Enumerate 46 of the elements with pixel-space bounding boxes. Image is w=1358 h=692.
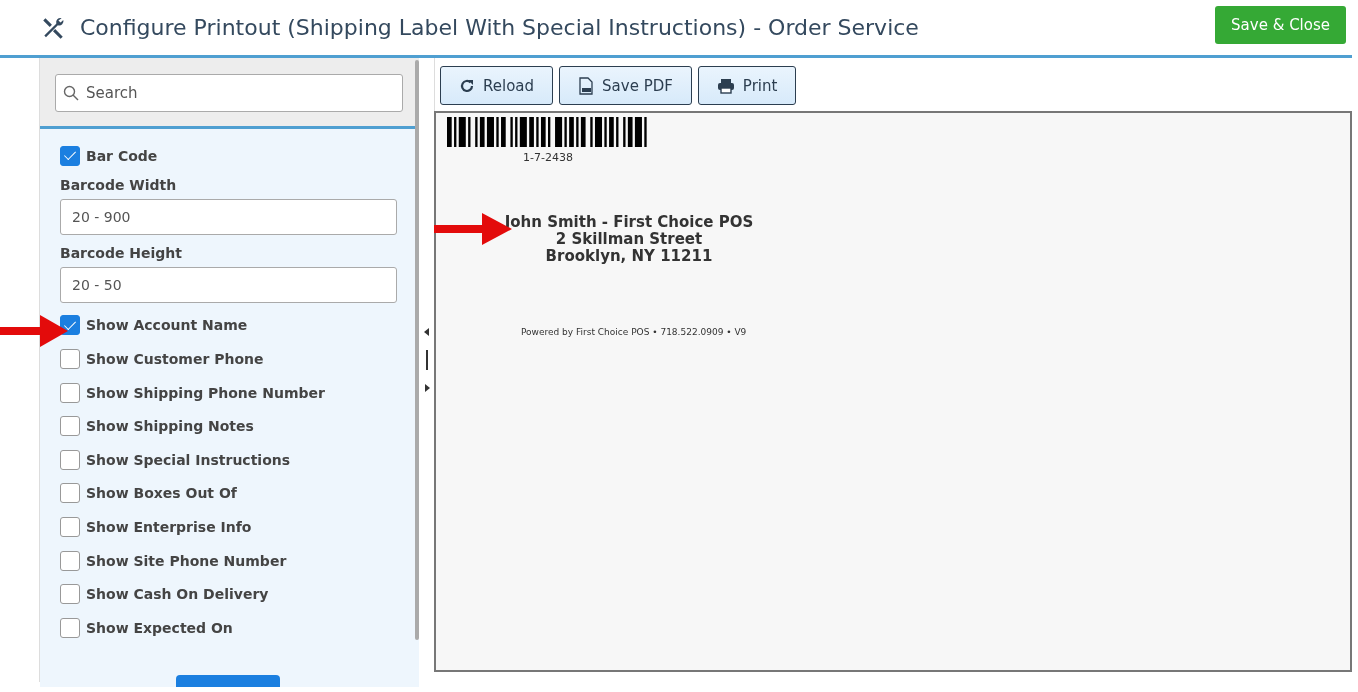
- expand-right-icon[interactable]: [423, 384, 430, 392]
- checkbox-label: Show Expected On: [86, 619, 233, 636]
- field-label: Barcode Height: [60, 244, 184, 261]
- window-title: Configure Printout (Shipping Label With Special Instructions) - Order Service: [80, 15, 920, 40]
- print-button[interactable]: Print: [697, 66, 797, 105]
- checkbox-label: Show Shipping Phone Number: [86, 384, 325, 401]
- collapse-left-icon[interactable]: [423, 328, 430, 336]
- input-field[interactable]: 20 - 900: [60, 198, 397, 235]
- splitter-handle[interactable]: [425, 350, 428, 370]
- checkbox[interactable]: [60, 145, 80, 166]
- reload-icon: [459, 77, 475, 94]
- scrollbar[interactable]: [415, 60, 419, 640]
- checkbox[interactable]: [60, 349, 80, 369]
- field-label: Barcode Width: [60, 176, 178, 193]
- checkbox-label: Show Boxes Out Of: [86, 485, 237, 502]
- checkbox[interactable]: [60, 382, 80, 403]
- reload-button[interactable]: Reload: [440, 66, 554, 105]
- barcode-number: 1-7-2438: [523, 151, 573, 164]
- checkbox[interactable]: [60, 584, 80, 605]
- checkbox[interactable]: [60, 449, 80, 470]
- advanced-button[interactable]: [176, 674, 280, 687]
- input-field[interactable]: 20 - 50: [60, 266, 397, 303]
- checkbox-label: Show Site Phone Number: [86, 552, 287, 569]
- checkbox-label: Show Cash On Delivery: [86, 586, 269, 603]
- checkbox[interactable]: [60, 483, 80, 504]
- address-line: John Smith - First Choice POS: [504, 214, 754, 231]
- checkbox-label: Show Special Instructions: [86, 451, 291, 468]
- checkbox-label: Show Account Name: [86, 317, 248, 334]
- checkbox[interactable]: [60, 516, 80, 537]
- checkbox-label: Bar Code: [86, 147, 158, 164]
- checkbox[interactable]: [60, 617, 80, 638]
- checkbox[interactable]: [60, 550, 80, 571]
- address-line: 2 Skillman Street: [555, 231, 703, 248]
- checkbox[interactable]: [60, 315, 80, 336]
- printer-icon: [716, 77, 735, 94]
- checkbox[interactable]: [60, 416, 80, 437]
- checkbox-label: Show Customer Phone: [86, 351, 264, 367]
- footer-text: Powered by First Choice POS • 718.522.0909 • V9: [521, 327, 748, 337]
- search-icon: [63, 85, 79, 101]
- pdf-file-icon: [578, 76, 595, 95]
- checkbox-label: Show Shipping Notes: [86, 418, 254, 435]
- pointer-arrow: [0, 315, 68, 347]
- save-pdf-button[interactable]: Save PDF: [559, 66, 692, 105]
- search-field[interactable]: Search: [55, 74, 403, 112]
- address-line: Brooklyn, NY 11211: [545, 248, 713, 265]
- checkbox-label: Show Enterprise Info: [86, 518, 252, 535]
